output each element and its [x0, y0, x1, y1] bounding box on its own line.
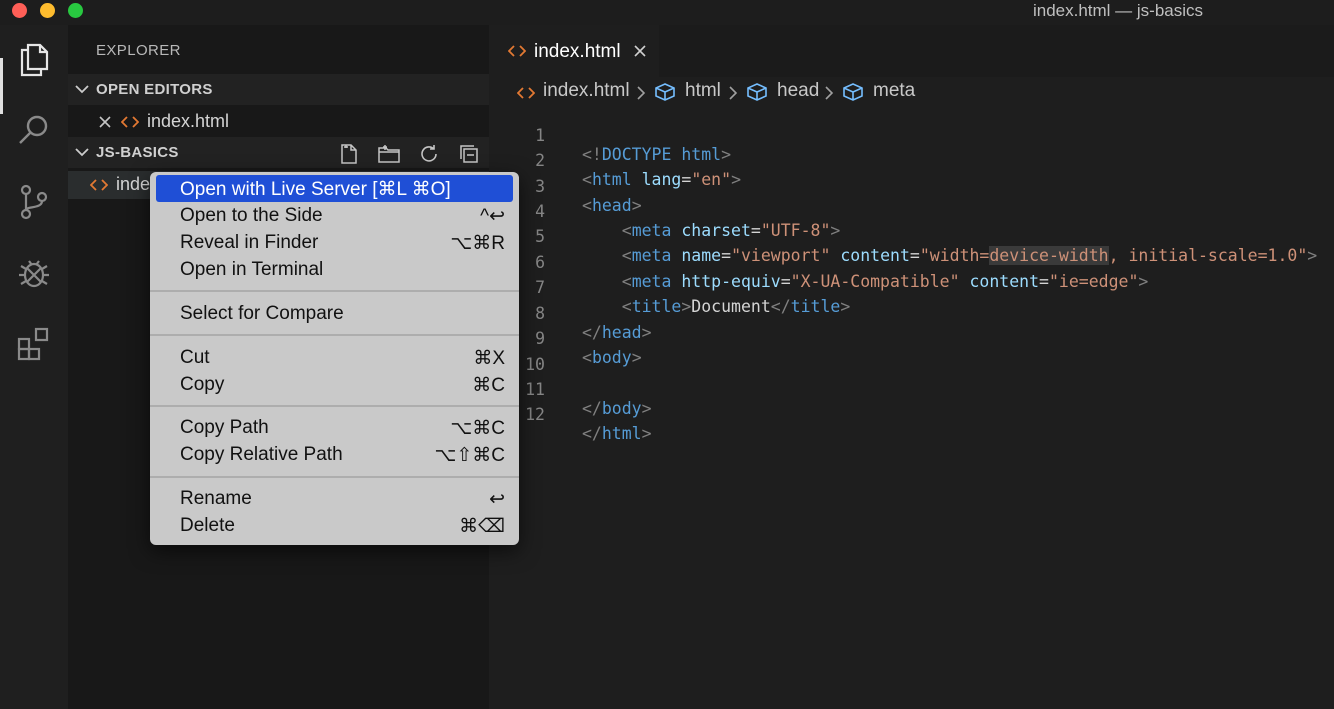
open-editors-label: OPEN EDITORS [96, 81, 213, 98]
menu-separator [150, 334, 519, 336]
window-title: index.html — js-basics [1032, 1, 1204, 20]
tab-strip: index.html [489, 25, 1334, 77]
sidebar-title: EXPLORER [96, 42, 181, 59]
new-file-icon[interactable] [337, 142, 361, 166]
html-file-icon [517, 87, 535, 99]
menu-separator [150, 405, 519, 407]
close-icon[interactable] [98, 115, 112, 129]
chevron-right-icon [825, 86, 834, 100]
debug-icon[interactable] [14, 253, 54, 293]
collapse-all-icon[interactable] [457, 142, 481, 166]
minimize-window-button[interactable] [40, 3, 55, 18]
close-icon[interactable] [633, 44, 647, 58]
html-file-icon [508, 45, 526, 57]
cube-icon [655, 83, 675, 101]
activity-bar [0, 25, 68, 709]
open-editor-item[interactable]: index.html [68, 108, 489, 136]
refresh-icon[interactable] [417, 142, 441, 166]
source-control-icon[interactable] [14, 182, 54, 222]
menu-item-open-with-live-server[interactable]: Open with Live Server [⌘L ⌘O] [156, 175, 513, 202]
open-editor-filename: index.html [147, 111, 230, 131]
menu-item-open-to-the-side[interactable]: Open to the Side ^↩ [156, 202, 513, 229]
maximize-window-button[interactable] [68, 3, 83, 18]
cube-icon [843, 83, 863, 101]
chevron-right-icon [637, 86, 646, 100]
files-icon[interactable] [14, 39, 54, 79]
html-file-icon [90, 179, 108, 191]
menu-separator [150, 476, 519, 478]
active-indicator [0, 58, 3, 114]
menu-item-delete[interactable]: Delete ⌘⌫ [156, 512, 513, 539]
menu-item-copy[interactable]: Copy ⌘C [156, 371, 513, 398]
chevron-right-icon [729, 86, 738, 100]
html-file-icon [121, 116, 139, 128]
code-line: 1 <!DOCTYPE html> [489, 107, 731, 164]
code-line: 2 <html lang="en"> [489, 132, 741, 189]
menu-item-cut[interactable]: Cut ⌘X [156, 344, 513, 371]
editor-area: index.html index.html html head meta 1 <… [489, 25, 1334, 709]
title-bar: index.html — js-basics [0, 0, 1334, 25]
tab-index-html[interactable]: index.html [489, 25, 659, 77]
chevron-down-icon [75, 148, 89, 157]
menu-item-select-for-compare[interactable]: Select for Compare [156, 300, 513, 327]
open-editors-header[interactable]: OPEN EDITORS [68, 74, 489, 105]
extensions-icon[interactable] [14, 324, 54, 364]
menu-item-open-in-terminal[interactable]: Open in Terminal [156, 256, 513, 283]
breadcrumb-item[interactable]: meta [873, 80, 915, 102]
menu-item-rename[interactable]: Rename ↩ [156, 485, 513, 512]
menu-item-copy-path[interactable]: Copy Path ⌥⌘C [156, 414, 513, 441]
project-filename: inde [116, 174, 151, 194]
cube-icon [747, 83, 767, 101]
menu-separator [150, 290, 519, 292]
context-menu: Open with Live Server [⌘L ⌘O] Open to th… [150, 172, 519, 545]
close-window-button[interactable] [12, 3, 27, 18]
breadcrumb-item[interactable]: head [777, 80, 819, 102]
menu-item-copy-relative-path[interactable]: Copy Relative Path ⌥⇧⌘C [156, 441, 513, 468]
tab-label: index.html [534, 41, 621, 62]
project-label: JS-BASICS [96, 144, 179, 161]
search-icon[interactable] [14, 110, 54, 150]
new-folder-icon[interactable] [377, 142, 401, 166]
chevron-down-icon [75, 85, 89, 94]
breadcrumb-item[interactable]: index.html [543, 80, 630, 102]
menu-item-reveal-in-finder[interactable]: Reveal in Finder ⌥⌘R [156, 229, 513, 256]
breadcrumb: index.html html head meta [489, 77, 1334, 107]
breadcrumb-item[interactable]: html [685, 80, 721, 102]
